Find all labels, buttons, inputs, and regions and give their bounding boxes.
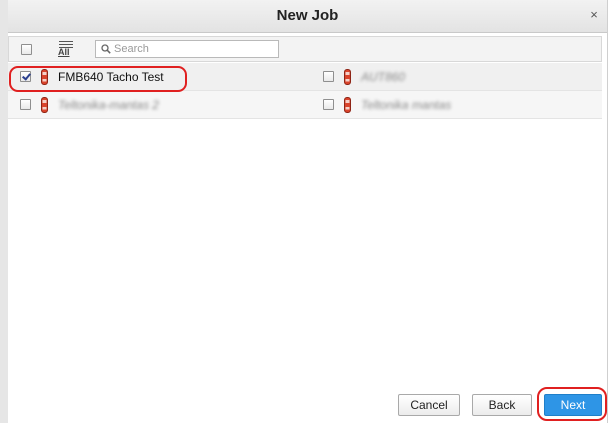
select-all-checkbox[interactable] xyxy=(21,44,32,55)
cancel-button[interactable]: Cancel xyxy=(398,394,460,416)
table-row: FMB640 Tacho Test AUT860 xyxy=(8,63,602,91)
car-icon xyxy=(41,97,48,113)
list-all-icon[interactable]: All xyxy=(55,40,77,58)
item-label: AUT860 xyxy=(361,70,406,84)
object-grid: FMB640 Tacho Test AUT860 Teltonika-manta… xyxy=(8,63,602,119)
list-item[interactable]: Teltonika-mantas 2 xyxy=(8,91,308,119)
item-label: Teltonika-mantas 2 xyxy=(58,98,159,112)
back-button[interactable]: Back xyxy=(472,394,532,416)
list-item[interactable]: FMB640 Tacho Test xyxy=(8,63,308,91)
dialog-title: New Job xyxy=(276,7,339,24)
item-checkbox[interactable] xyxy=(323,71,334,82)
list-item[interactable]: AUT860 xyxy=(311,63,601,91)
car-icon xyxy=(344,97,351,113)
table-row: Teltonika-mantas 2 Teltonika mantas xyxy=(8,91,602,119)
list-all-label: All xyxy=(58,47,70,57)
car-icon xyxy=(344,69,351,85)
car-icon xyxy=(41,69,48,85)
next-button[interactable]: Next xyxy=(544,394,602,416)
item-checkbox[interactable] xyxy=(20,71,31,82)
search-icon xyxy=(101,44,111,54)
selection-toolbar: All xyxy=(8,36,602,62)
list-item[interactable]: Teltonika mantas xyxy=(311,91,601,119)
dialog-titlebar: New Job × xyxy=(8,0,607,33)
search-input[interactable] xyxy=(114,41,274,57)
item-label: Teltonika mantas xyxy=(361,98,452,112)
close-icon[interactable]: × xyxy=(587,8,601,22)
item-checkbox[interactable] xyxy=(20,99,31,110)
item-label: FMB640 Tacho Test xyxy=(58,70,164,84)
search-box[interactable] xyxy=(95,40,279,58)
item-checkbox[interactable] xyxy=(323,99,334,110)
